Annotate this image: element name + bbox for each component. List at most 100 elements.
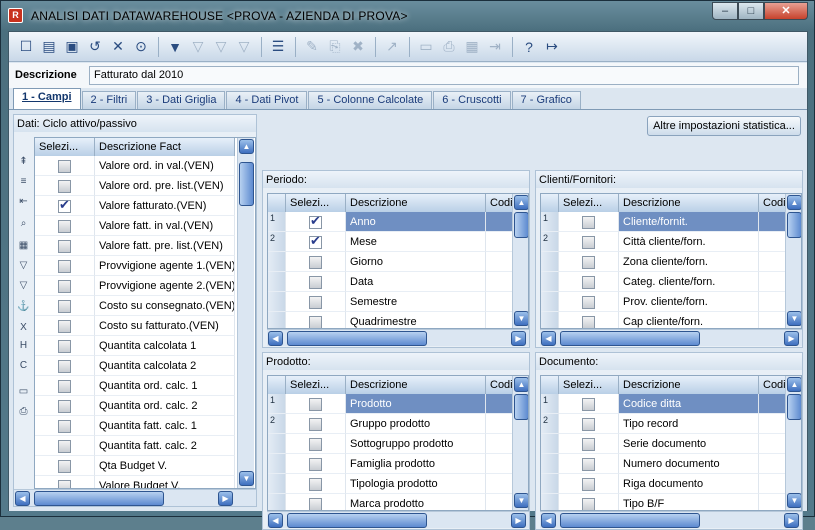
table-row[interactable]: 1 Prodotto xyxy=(268,394,526,414)
table-row[interactable]: Semestre xyxy=(268,292,526,312)
select-checkbox[interactable] xyxy=(582,478,595,491)
remove-button[interactable]: ✖ xyxy=(347,36,369,58)
exit-button[interactable]: ↦ xyxy=(541,36,563,58)
select-cell[interactable] xyxy=(35,176,95,196)
table-row[interactable]: Valore ord. in val.(VEN) xyxy=(35,156,235,176)
select-checkbox[interactable] xyxy=(582,438,595,451)
copy-button[interactable]: ⎘ xyxy=(324,36,346,58)
clienti-fornitori-hscrollbar[interactable]: ◀ ▶ xyxy=(540,329,802,346)
select-cell[interactable] xyxy=(286,212,346,232)
table-row[interactable]: Costo su fatturato.(VEN) xyxy=(35,316,235,336)
scroll-thumb[interactable] xyxy=(787,394,801,420)
select-cell[interactable] xyxy=(559,272,619,292)
scroll-down-icon[interactable]: ▼ xyxy=(239,471,254,486)
move-up-icon[interactable]: ⇤ xyxy=(17,195,30,208)
table-row[interactable]: 2 Gruppo prodotto xyxy=(268,414,526,434)
select-checkbox[interactable] xyxy=(309,276,322,289)
select-checkbox[interactable] xyxy=(582,216,595,229)
scroll-down-icon[interactable]: ▼ xyxy=(514,311,528,326)
table-row[interactable]: 2 Città cliente/forn. xyxy=(541,232,799,252)
select-checkbox[interactable] xyxy=(582,296,595,309)
scroll-up-icon[interactable]: ▲ xyxy=(787,195,801,210)
help-button[interactable]: ? xyxy=(518,36,540,58)
select-cell[interactable] xyxy=(559,414,619,434)
scroll-left-icon[interactable]: ◀ xyxy=(541,331,556,346)
print-icon[interactable]: ⎙ xyxy=(17,405,30,418)
periodo-vscrollbar[interactable]: ▲ ▼ xyxy=(512,194,528,328)
select-checkbox[interactable] xyxy=(58,480,71,488)
scroll-thumb[interactable] xyxy=(560,331,700,346)
select-cell[interactable] xyxy=(286,232,346,252)
monitor-button[interactable]: ▭ xyxy=(415,36,437,58)
select-cell[interactable] xyxy=(286,394,346,414)
table-row[interactable]: Valore ord. pre. list.(VEN) xyxy=(35,176,235,196)
select-cell[interactable] xyxy=(286,292,346,312)
select-checkbox[interactable] xyxy=(309,458,322,471)
select-checkbox[interactable] xyxy=(309,233,322,249)
filter-button[interactable]: ▽ xyxy=(233,36,255,58)
sort-down-icon[interactable]: ≡ xyxy=(17,175,30,188)
periodo-hscrollbar[interactable]: ◀ ▶ xyxy=(267,329,529,346)
select-checkbox[interactable] xyxy=(58,160,71,173)
select-cell[interactable] xyxy=(559,394,619,414)
anchor-icon[interactable]: ⚓ xyxy=(17,300,30,313)
select-checkbox[interactable] xyxy=(582,256,595,269)
scroll-right-icon[interactable]: ▶ xyxy=(784,513,799,528)
select-checkbox[interactable] xyxy=(58,300,71,313)
filter-x-icon[interactable]: ▽ xyxy=(17,279,30,292)
binoculars-button[interactable]: ⊙ xyxy=(130,36,152,58)
tab-5[interactable]: 5 - Colonne Calcolate xyxy=(308,91,433,109)
scroll-down-icon[interactable]: ▼ xyxy=(787,311,801,326)
scroll-up-icon[interactable]: ▲ xyxy=(239,139,254,154)
tab-1[interactable]: 1 - Campi xyxy=(13,88,81,109)
fact-vscrollbar[interactable]: ▲ ▼ xyxy=(237,138,254,488)
table-row[interactable]: Quantita fatt. calc. 2 xyxy=(35,436,235,456)
select-cell[interactable] xyxy=(35,476,95,488)
chart-button[interactable]: ↗ xyxy=(381,36,403,58)
edit-button[interactable]: ✎ xyxy=(301,36,323,58)
monitor-icon[interactable]: ▭ xyxy=(17,385,30,398)
select-checkbox[interactable] xyxy=(309,478,322,491)
table-row[interactable]: Quantita calcolata 1 xyxy=(35,336,235,356)
table-row[interactable]: Tipo B/F xyxy=(541,494,799,510)
table-row[interactable]: Quantita fatt. calc. 1 xyxy=(35,416,235,436)
select-cell[interactable] xyxy=(286,312,346,328)
table-row[interactable]: Quantita calcolata 2 xyxy=(35,356,235,376)
scroll-down-icon[interactable]: ▼ xyxy=(787,493,801,508)
select-cell[interactable] xyxy=(286,272,346,292)
select-checkbox[interactable] xyxy=(58,380,71,393)
filter-remove-button[interactable]: ▽ xyxy=(187,36,209,58)
select-cell[interactable] xyxy=(35,196,95,216)
table-row[interactable]: Giorno xyxy=(268,252,526,272)
scroll-up-icon[interactable]: ▲ xyxy=(787,377,801,392)
undo-button[interactable]: ↺ xyxy=(84,36,106,58)
table-row[interactable]: Valore fatt. in val.(VEN) xyxy=(35,216,235,236)
minimize-button[interactable]: – xyxy=(712,2,738,20)
table-row[interactable]: Serie documento xyxy=(541,434,799,454)
select-cell[interactable] xyxy=(35,356,95,376)
select-checkbox[interactable] xyxy=(582,316,595,328)
table-row[interactable]: 1 Codice ditta xyxy=(541,394,799,414)
title-bar[interactable]: R ANALISI DATI DATAWAREHOUSE <PROVA - AZ… xyxy=(1,1,814,31)
column-header[interactable]: Descrizione xyxy=(619,194,759,212)
scroll-thumb[interactable] xyxy=(34,491,164,506)
table-row[interactable]: Marca prodotto xyxy=(268,494,526,510)
scroll-left-icon[interactable]: ◀ xyxy=(268,513,283,528)
filter-clear-button[interactable]: ▽ xyxy=(210,36,232,58)
select-checkbox[interactable] xyxy=(58,320,71,333)
select-checkbox[interactable] xyxy=(58,340,71,353)
maximize-button[interactable]: □ xyxy=(738,2,764,20)
filter-icon[interactable]: ▽ xyxy=(17,259,30,272)
print-button[interactable]: ⎙ xyxy=(438,36,460,58)
select-checkbox[interactable] xyxy=(582,398,595,411)
select-cell[interactable] xyxy=(35,156,95,176)
select-checkbox[interactable] xyxy=(309,213,322,229)
select-cell[interactable] xyxy=(286,454,346,474)
select-checkbox[interactable] xyxy=(309,498,322,510)
table-row[interactable]: Categ. cliente/forn. xyxy=(541,272,799,292)
scroll-thumb[interactable] xyxy=(787,212,801,238)
table-row[interactable]: Qta Budget V. xyxy=(35,456,235,476)
table-row[interactable]: Sottogruppo prodotto xyxy=(268,434,526,454)
filter-add-button[interactable]: ▼ xyxy=(164,36,186,58)
select-cell[interactable] xyxy=(35,216,95,236)
